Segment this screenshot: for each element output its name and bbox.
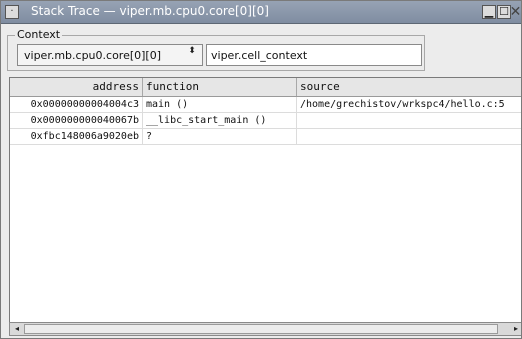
address-cell: 0x00000000004004c3 [10, 97, 143, 113]
source-cell [297, 113, 521, 129]
core-select-value: viper.mb.cpu0.core[0][0] [24, 49, 162, 62]
scroll-left-icon[interactable]: ◂ [11, 324, 23, 334]
source-cell [297, 129, 521, 145]
horizontal-scrollbar[interactable]: ◂ ▸ [9, 322, 521, 336]
context-group-label: Context [15, 28, 63, 41]
stack-trace-window: · Stack Trace — viper.mb.cpu0.core[0][0]… [0, 0, 522, 339]
core-select[interactable]: viper.mb.cpu0.core[0][0] ⬍ [17, 44, 203, 66]
cell-context-value: viper.cell_context [211, 49, 308, 62]
column-header-source[interactable]: source [297, 78, 521, 96]
function-cell: main () [143, 97, 297, 113]
scroll-right-icon[interactable]: ▸ [510, 324, 521, 334]
column-header-function[interactable]: function [143, 78, 297, 96]
window-title: Stack Trace — viper.mb.cpu0.core[0][0] [31, 4, 269, 18]
address-cell: 0x000000000040067b [10, 113, 143, 129]
scrollbar-thumb[interactable] [24, 324, 498, 334]
source-cell: /home/grechistov/wrkspc4/hello.c:5 [297, 97, 521, 113]
close-button[interactable]: ✕ [509, 5, 521, 19]
window-menu-button[interactable]: · [5, 5, 19, 19]
function-cell: ? [143, 129, 297, 145]
title-bar[interactable]: · Stack Trace — viper.mb.cpu0.core[0][0]… [1, 1, 521, 24]
table-row[interactable]: 0xfbc148006a9020eb ? [10, 129, 521, 145]
table-header: address function source [10, 78, 521, 97]
updown-arrow-icon: ⬍ [188, 46, 196, 56]
address-cell: 0xfbc148006a9020eb [10, 129, 143, 145]
table-row[interactable]: 0x00000000004004c3 main () /home/grechis… [10, 97, 521, 113]
minimize-button[interactable]: ▁ [482, 5, 496, 19]
table-row[interactable]: 0x000000000040067b __libc_start_main () [10, 113, 521, 129]
cell-context-field[interactable]: viper.cell_context [206, 44, 422, 66]
column-header-address[interactable]: address [10, 78, 143, 96]
stack-trace-table[interactable]: address function source 0x00000000004004… [9, 77, 521, 322]
function-cell: __libc_start_main () [143, 113, 297, 129]
